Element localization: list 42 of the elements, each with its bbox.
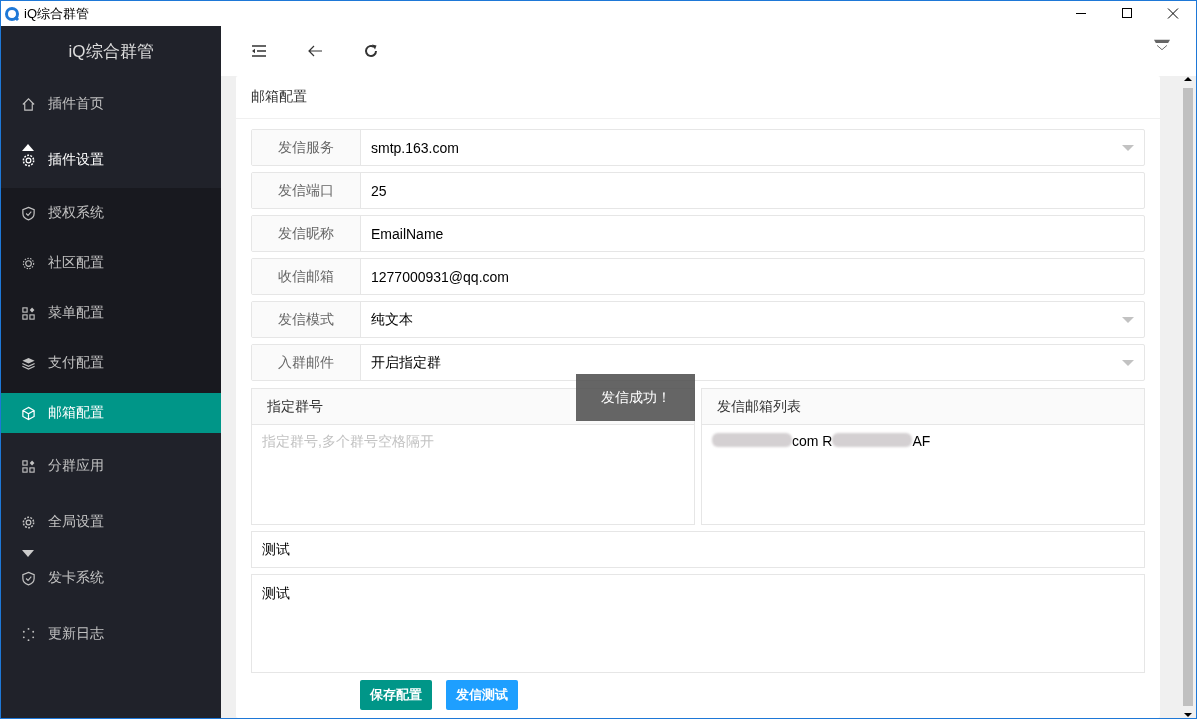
sidebar-item[interactable]: 更新日志 <box>1 606 221 662</box>
sidebar-item[interactable]: 社区配置 <box>1 238 221 288</box>
save-button[interactable]: 保存配置 <box>360 680 432 710</box>
panel-header: 发信邮箱列表 <box>701 388 1145 425</box>
sidebar-item[interactable]: 分群应用 <box>1 438 221 494</box>
back-arrow-icon[interactable] <box>307 43 323 59</box>
sidebar-item[interactable]: 全局设置 <box>1 494 221 550</box>
caret-icon <box>22 550 34 557</box>
text-value: com R <box>792 433 833 449</box>
text-area[interactable]: 指定群号,多个群号空格隔开 <box>251 425 695 525</box>
sidebar-item[interactable]: 邮箱配置 <box>1 393 221 433</box>
scrollbar[interactable] <box>1180 76 1196 718</box>
scroll-down-icon[interactable] <box>1184 712 1192 718</box>
grid-icon <box>21 305 36 321</box>
menu-fold-icon[interactable] <box>251 43 267 59</box>
window-title: iQ综合群管 <box>24 4 89 23</box>
gear-icon <box>21 152 36 168</box>
sidebar-item[interactable]: 插件设置 <box>1 132 221 188</box>
sidebar-item[interactable]: 支付配置 <box>1 338 221 388</box>
app-logo-icon <box>4 5 20 22</box>
layers-icon <box>21 355 36 371</box>
sun-icon <box>21 255 36 271</box>
sidebar-title: iQ综合群管 <box>67 40 155 63</box>
cube-icon <box>21 405 36 421</box>
sidebar-item[interactable]: 插件首页 <box>1 76 221 132</box>
home-icon <box>21 96 36 112</box>
grid-icon <box>21 458 36 474</box>
sidebar-item[interactable]: 菜单配置 <box>1 288 221 338</box>
shield-check-icon <box>21 205 36 221</box>
card-title: 邮箱配置 <box>236 76 1160 119</box>
text-value: AF <box>912 433 931 449</box>
sidebar-item[interactable]: 发卡系统 <box>1 550 221 606</box>
subject-field[interactable]: 测试 <box>251 531 1145 568</box>
toast-message: 发信成功！ <box>576 374 695 421</box>
caret-icon <box>22 144 34 151</box>
sidebar-item[interactable]: 授权系统 <box>1 188 221 238</box>
refresh-icon[interactable] <box>363 43 379 59</box>
gear-icon <box>21 514 36 530</box>
text-area[interactable]: com R AF <box>701 425 1145 525</box>
shield-check-icon <box>21 570 36 586</box>
dots-circle-icon <box>21 626 36 642</box>
body-text-area[interactable]: 测试 <box>251 574 1145 673</box>
